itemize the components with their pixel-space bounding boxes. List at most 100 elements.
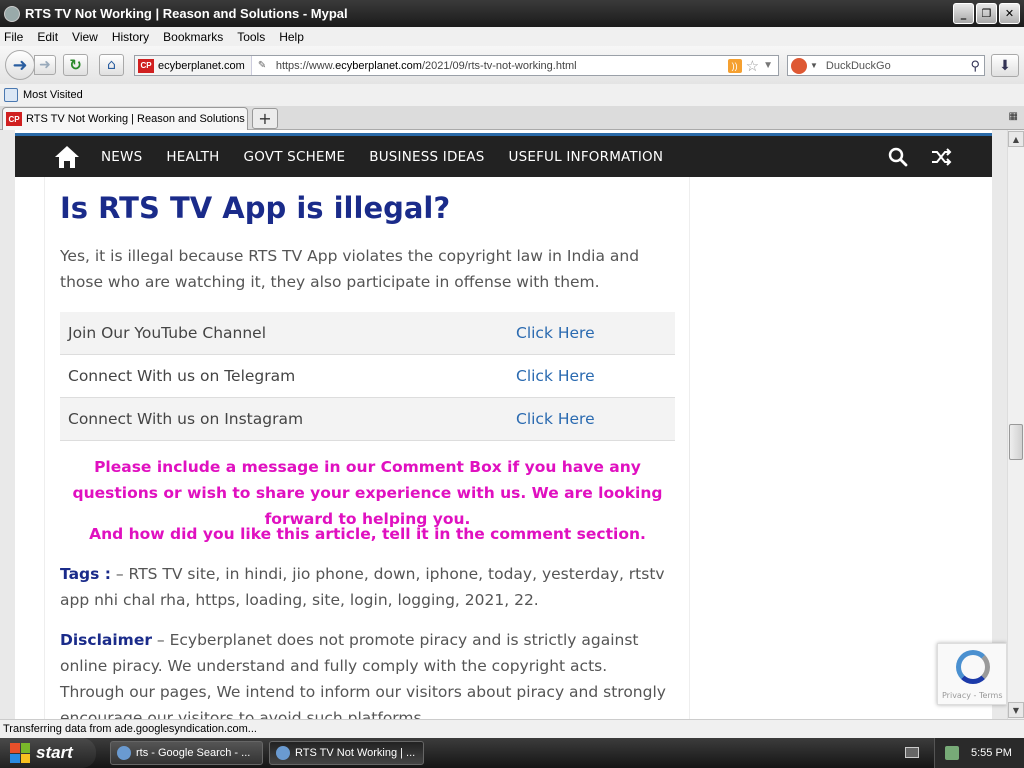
keyboard-icon[interactable] bbox=[905, 747, 919, 758]
article-tags: Tags : – RTS TV site, in hindi, jio phon… bbox=[60, 561, 675, 613]
menu-file[interactable]: File bbox=[4, 30, 23, 44]
status-bar: Transferring data from ade.googlesyndica… bbox=[0, 719, 1024, 738]
list-all-tabs-icon[interactable]: ▦ bbox=[1009, 111, 1018, 122]
scroll-up-button[interactable]: ▲ bbox=[1008, 131, 1024, 147]
rss-feed-icon[interactable]: )) bbox=[727, 58, 742, 73]
vertical-scrollbar[interactable]: ▲ ▼ bbox=[1007, 130, 1024, 719]
article-paragraph: Yes, it is illegal because RTS TV App vi… bbox=[60, 247, 640, 291]
bookmark-folder-icon bbox=[4, 88, 18, 102]
row-label: Join Our YouTube Channel bbox=[68, 324, 267, 342]
site-nav-useful-information[interactable]: USEFUL INFORMATION bbox=[509, 149, 664, 165]
url-prefix: https://www. bbox=[275, 59, 336, 72]
site-favicon-icon: CP bbox=[138, 58, 154, 73]
site-nav-news[interactable]: NEWS bbox=[101, 149, 142, 165]
youtube-click-here-link[interactable]: Click Here bbox=[516, 324, 595, 342]
menu-edit[interactable]: Edit bbox=[37, 30, 58, 44]
url-path: /2021/09/rts-tv-not-working.html bbox=[421, 59, 577, 72]
tab-favicon-icon: CP bbox=[6, 112, 22, 126]
start-button[interactable]: start bbox=[0, 738, 96, 768]
reload-icon: ↻ bbox=[69, 56, 82, 74]
site-navigation: NEWS HEALTH GOVT SCHEME BUSINESS IDEAS U… bbox=[15, 133, 992, 177]
edit-icon: ✎ bbox=[257, 60, 267, 71]
new-tab-button[interactable]: + bbox=[252, 108, 278, 129]
search-input[interactable]: DuckDuckGo bbox=[826, 60, 971, 72]
menu-bookmarks[interactable]: Bookmarks bbox=[163, 30, 223, 44]
recaptcha-logo-icon bbox=[956, 650, 990, 684]
window-title-bar[interactable]: RTS TV Not Working | Reason and Solution… bbox=[0, 0, 1024, 27]
url-domain: ecyberplanet.com bbox=[335, 59, 422, 72]
bookmarks-toolbar: Most Visited bbox=[0, 84, 1024, 106]
tab-label: RTS TV Not Working | Reason and Solution… bbox=[26, 113, 245, 125]
site-identity-label: ecyberplanet.com bbox=[158, 59, 245, 72]
site-home-icon[interactable] bbox=[54, 145, 80, 168]
search-engine-dropdown-icon[interactable]: ▼ bbox=[810, 61, 818, 70]
reload-button[interactable]: ↻ bbox=[63, 54, 88, 76]
start-label: start bbox=[36, 743, 73, 762]
tab-rts-tv[interactable]: CP RTS TV Not Working | Reason and Solut… bbox=[2, 107, 248, 130]
menu-help[interactable]: Help bbox=[279, 30, 304, 44]
system-tray: 5:55 PM bbox=[934, 738, 1024, 768]
home-icon: ⌂ bbox=[107, 57, 116, 73]
tab-bar: CP RTS TV Not Working | Reason and Solut… bbox=[0, 106, 1024, 130]
close-button[interactable]: ✕ bbox=[999, 3, 1020, 24]
arrow-left-icon: ➜ bbox=[12, 54, 28, 76]
bookmark-most-visited[interactable]: Most Visited bbox=[23, 89, 83, 101]
back-button[interactable]: ➜ bbox=[5, 50, 35, 80]
browser-icon bbox=[276, 746, 290, 760]
scroll-down-button[interactable]: ▼ bbox=[1008, 702, 1024, 718]
minimize-button[interactable]: _ bbox=[953, 3, 974, 24]
table-row: Connect With us on Telegram Click Here bbox=[60, 355, 675, 398]
downloads-button[interactable]: ⬇ bbox=[991, 54, 1019, 77]
table-row: Join Our YouTube Channel Click Here bbox=[60, 312, 675, 355]
search-bar[interactable]: ▼ DuckDuckGo ⚲ bbox=[787, 55, 985, 76]
download-arrow-icon: ⬇ bbox=[999, 57, 1011, 74]
address-bar[interactable]: CP ecyberplanet.com ✎ https://www.ecyber… bbox=[134, 55, 779, 76]
shuffle-icon[interactable] bbox=[930, 147, 952, 167]
social-links-table: Join Our YouTube Channel Click Here Conn… bbox=[60, 312, 675, 441]
duckduckgo-icon[interactable] bbox=[791, 57, 807, 74]
home-button[interactable]: ⌂ bbox=[99, 54, 124, 76]
window-title: RTS TV Not Working | Reason and Solution… bbox=[25, 6, 348, 21]
site-nav-business-ideas[interactable]: BUSINESS IDEAS bbox=[369, 149, 484, 165]
arrow-right-icon: ➜ bbox=[39, 57, 51, 73]
url-text[interactable]: https://www.ecyberplanet.com/2021/09/rts… bbox=[276, 60, 728, 72]
table-row: Connect With us on Instagram Click Here bbox=[60, 398, 675, 441]
scrollbar-thumb[interactable] bbox=[1009, 424, 1023, 460]
menu-tools[interactable]: Tools bbox=[237, 30, 265, 44]
forward-button[interactable]: ➜ bbox=[34, 55, 56, 75]
instagram-click-here-link[interactable]: Click Here bbox=[516, 410, 595, 428]
site-nav-govt-scheme[interactable]: GOVT SCHEME bbox=[244, 149, 346, 165]
tags-text: – RTS TV site, in hindi, jio phone, down… bbox=[60, 565, 665, 609]
page-viewport: NEWS HEALTH GOVT SCHEME BUSINESS IDEAS U… bbox=[0, 130, 1024, 719]
telegram-click-here-link[interactable]: Click Here bbox=[516, 367, 595, 385]
recaptcha-badge[interactable]: Privacy - Terms bbox=[937, 643, 1007, 705]
taskbar-item-label: RTS TV Not Working | ... bbox=[295, 747, 416, 759]
search-icon[interactable]: ⚲ bbox=[970, 58, 980, 74]
row-label: Connect With us on Instagram bbox=[68, 410, 304, 428]
maximize-button[interactable]: ❐ bbox=[976, 3, 997, 24]
menu-view[interactable]: View bbox=[72, 30, 98, 44]
browser-app-icon bbox=[4, 5, 20, 22]
menu-bar: File Edit View History Bookmarks Tools H… bbox=[0, 27, 1024, 46]
article-content: Is RTS TV App is illegal? Yes, it is ill… bbox=[44, 177, 690, 719]
site-identity-button[interactable]: CP ecyberplanet.com bbox=[135, 56, 252, 75]
site-search-icon[interactable] bbox=[888, 147, 908, 167]
tags-label: Tags : bbox=[60, 565, 111, 583]
menu-history[interactable]: History bbox=[112, 30, 149, 44]
taskbar-item-google-search[interactable]: rts - Google Search - ... bbox=[110, 741, 263, 765]
article-heading: Is RTS TV App is illegal? bbox=[60, 191, 451, 225]
taskbar: start rts - Google Search - ... RTS TV N… bbox=[0, 738, 1024, 768]
url-history-dropdown-icon[interactable]: ▼ bbox=[763, 60, 773, 71]
network-icon[interactable] bbox=[945, 746, 959, 760]
taskbar-item-rts-tv[interactable]: RTS TV Not Working | ... bbox=[269, 741, 424, 765]
bookmark-star-icon[interactable]: ☆ bbox=[746, 57, 759, 75]
comment-notice-2: And how did you like this article, tell … bbox=[89, 525, 646, 543]
browser-icon bbox=[117, 746, 131, 760]
clock[interactable]: 5:55 PM bbox=[971, 747, 1012, 759]
row-label: Connect With us on Telegram bbox=[68, 367, 296, 385]
recaptcha-terms[interactable]: Privacy - Terms bbox=[942, 691, 1003, 700]
windows-logo-icon bbox=[10, 743, 30, 763]
site-nav-health[interactable]: HEALTH bbox=[166, 149, 219, 165]
navigation-toolbar: ➜ ➜ ↻ ⌂ CP ecyberplanet.com ✎ https://ww… bbox=[0, 46, 1024, 84]
disclaimer-label: Disclaimer bbox=[60, 631, 152, 649]
